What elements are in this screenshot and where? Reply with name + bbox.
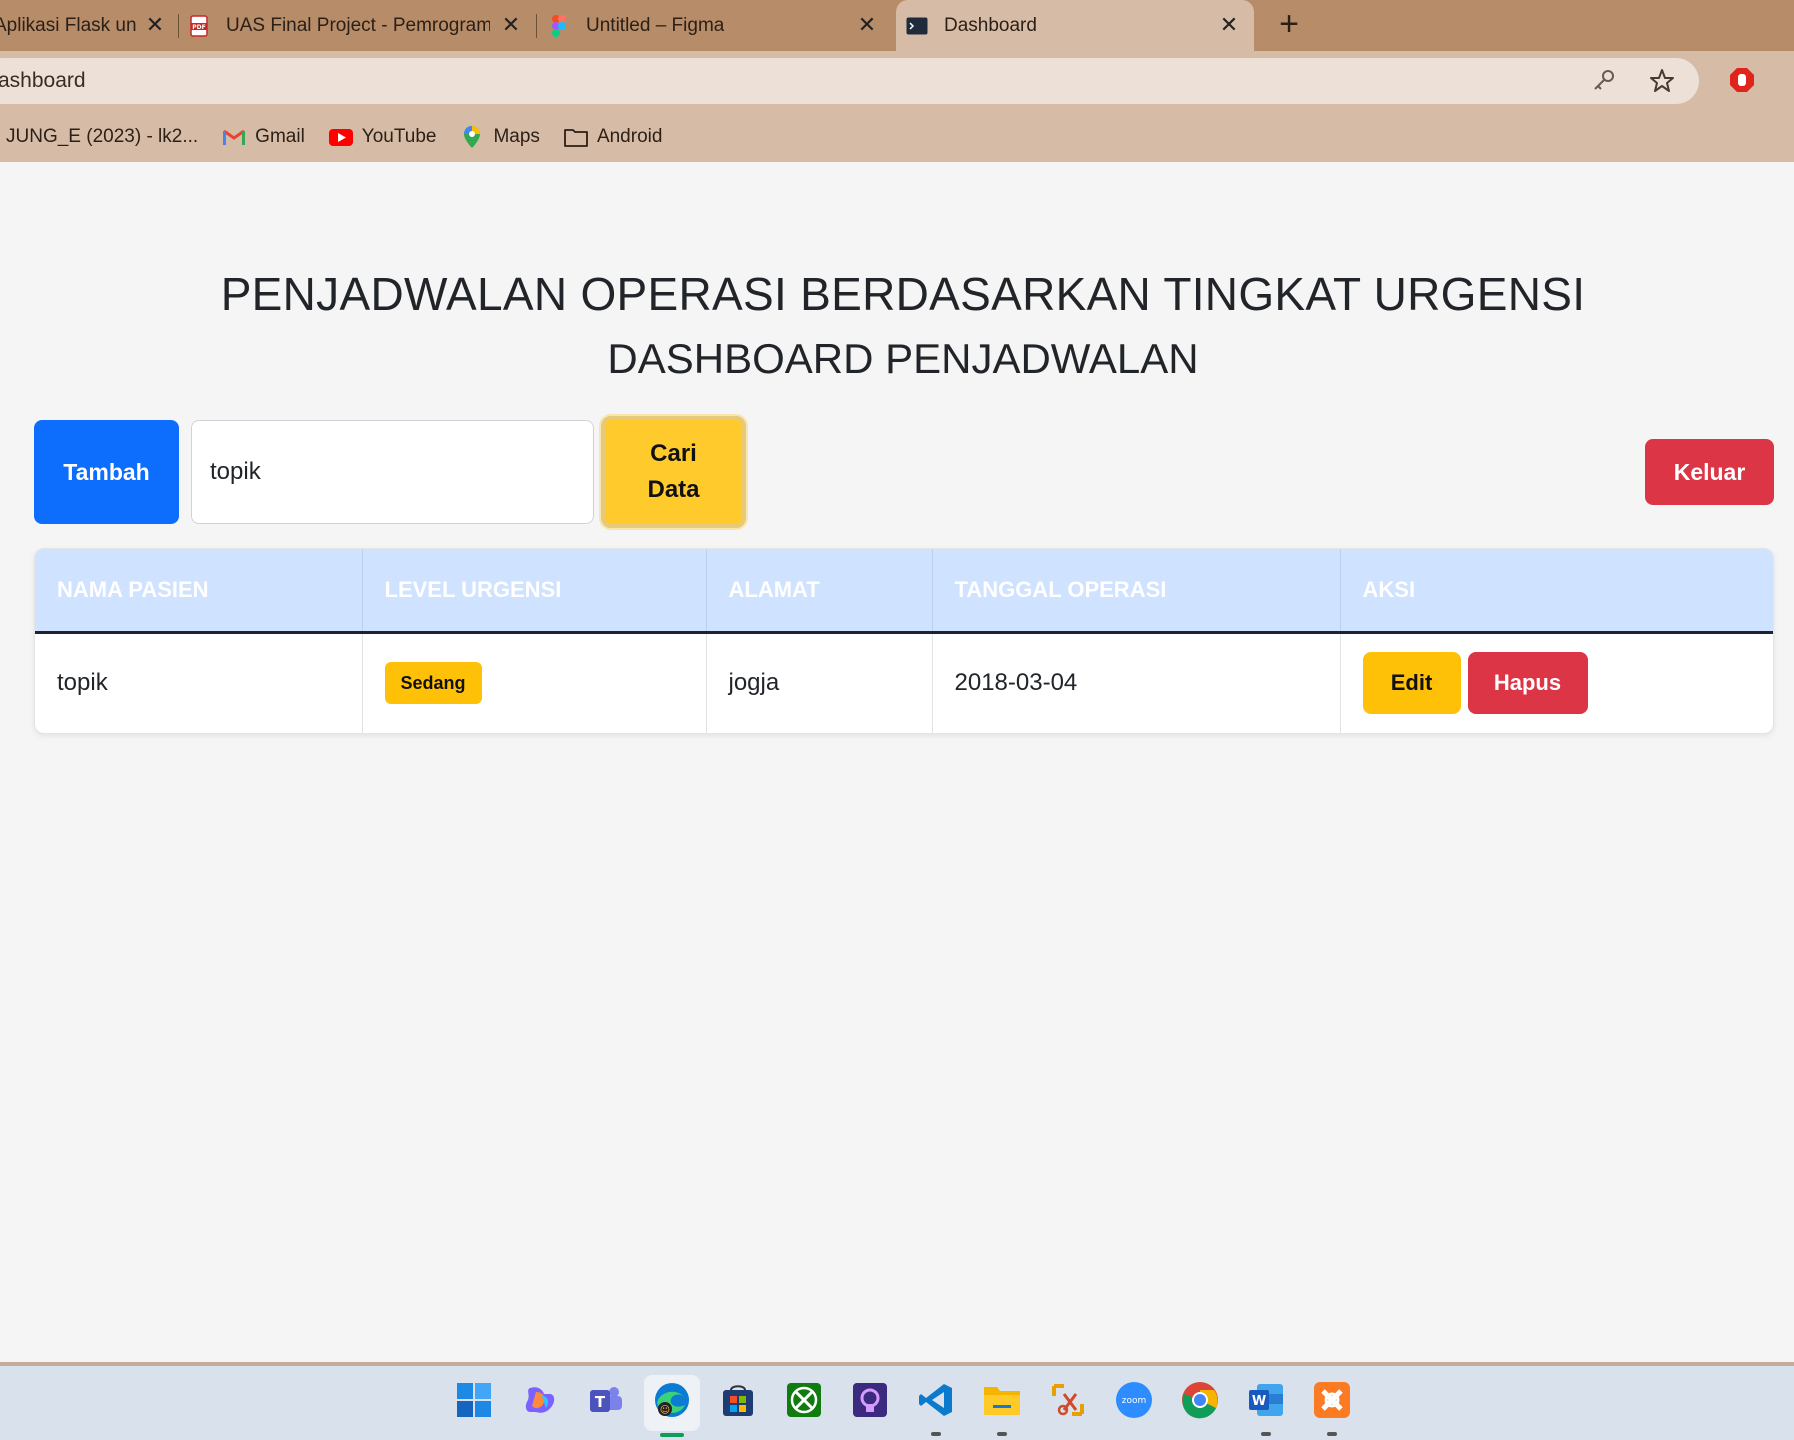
search-button[interactable]: Cari Data: [601, 416, 746, 528]
terminal-icon: [906, 15, 928, 37]
search-button-label: Cari Data: [647, 440, 700, 503]
bookmark-label: Gmail: [255, 126, 305, 147]
page-title: PENJADWALAN OPERASI BERDASARKAN TINGKAT …: [220, 268, 1586, 320]
copilot-icon[interactable]: [520, 1380, 560, 1420]
schedule-table: NAMA PASIEN LEVEL URGENSI ALAMAT TANGGAL…: [34, 548, 1774, 734]
bookmark-android[interactable]: Android: [564, 126, 663, 148]
svg-text:☺: ☺: [660, 1405, 670, 1416]
tab-title: Aplikasi Flask untuk: [0, 14, 136, 36]
add-button[interactable]: Tambah: [34, 420, 179, 524]
page-content: PENJADWALAN OPERASI BERDASARKAN TINGKAT …: [0, 162, 1794, 1362]
header-tanggal-operasi: TANGGAL OPERASI: [932, 549, 1341, 634]
table-header-row: NAMA PASIEN LEVEL URGENSI ALAMAT TANGGAL…: [35, 549, 1773, 634]
cell-tanggal: 2018-03-04: [932, 632, 1341, 733]
running-indicator: [931, 1432, 941, 1436]
cell-level: Sedang: [362, 632, 707, 733]
browser-tab-uas[interactable]: PDF UAS Final Project - Pemrograman ✕: [188, 0, 536, 51]
svg-text:PDF: PDF: [192, 24, 205, 31]
cell-alamat: jogja: [706, 632, 933, 733]
svg-text:W: W: [1252, 1394, 1266, 1409]
header-nama-pasien: NAMA PASIEN: [35, 549, 363, 634]
file-explorer-icon[interactable]: [982, 1380, 1022, 1420]
address-url: ashboard: [0, 69, 86, 92]
edge-icon[interactable]: ☺: [652, 1380, 692, 1420]
store-icon[interactable]: [718, 1380, 758, 1420]
tab-title: Untitled – Figma: [586, 14, 725, 36]
adblock-icon[interactable]: [1728, 66, 1756, 94]
folder-icon: [564, 127, 588, 147]
bookmark-label: YouTube: [361, 126, 437, 147]
vscode-icon[interactable]: [916, 1380, 956, 1420]
star-icon[interactable]: [1648, 67, 1676, 95]
bookmark-maps[interactable]: Maps: [460, 126, 540, 148]
pdf-icon: PDF: [188, 14, 210, 37]
header-aksi: AKSI: [1340, 549, 1773, 634]
windows-taskbar: T ☺ zoom W: [0, 1362, 1794, 1440]
close-icon[interactable]: ✕: [1218, 14, 1240, 36]
cell-aksi: Edit Hapus: [1340, 632, 1773, 733]
xampp-icon[interactable]: [1312, 1380, 1352, 1420]
bookmark-gmail[interactable]: Gmail: [222, 126, 305, 148]
edit-button[interactable]: Edit: [1362, 652, 1461, 715]
browser-toolbar: ashboard JUNG_E (2023) - lk2... Gmail Yo…: [0, 51, 1794, 162]
tab-separator: [536, 14, 537, 38]
logout-button[interactable]: Keluar: [1645, 439, 1774, 505]
maps-icon: [460, 126, 484, 148]
svg-text:zoom: zoom: [1122, 1396, 1147, 1406]
table-row: topik Sedang jogja 2018-03-04 Edit Hapus: [35, 632, 1773, 733]
close-icon[interactable]: ✕: [856, 14, 878, 36]
xbox-icon[interactable]: [784, 1380, 824, 1420]
tab-title: Dashboard: [944, 14, 1037, 36]
gmail-icon: [222, 127, 246, 147]
bookmark-jung-e[interactable]: JUNG_E (2023) - lk2...: [0, 126, 198, 148]
urgency-badge: Sedang: [384, 662, 482, 705]
running-indicator: [997, 1432, 1007, 1436]
zoom-icon[interactable]: zoom: [1114, 1380, 1154, 1420]
running-indicator: [1327, 1432, 1337, 1436]
browser-tab-flask[interactable]: Aplikasi Flask untuk ✕: [0, 0, 174, 51]
search-input[interactable]: [191, 420, 594, 524]
snipping-icon[interactable]: [1048, 1380, 1088, 1420]
browser-tab-dashboard[interactable]: Dashboard ✕: [896, 0, 1254, 51]
chrome-icon[interactable]: [1180, 1380, 1220, 1420]
header-level-urgensi: LEVEL URGENSI: [362, 549, 707, 634]
close-icon[interactable]: ✕: [500, 14, 522, 36]
bookmark-label: JUNG_E (2023) - lk2...: [6, 126, 199, 147]
proton-vpn-icon[interactable]: [850, 1380, 890, 1420]
figma-icon: [548, 14, 570, 37]
svg-text:T: T: [595, 1393, 606, 1411]
youtube-icon: [328, 127, 353, 147]
new-tab-button[interactable]: +: [1272, 7, 1306, 42]
key-icon[interactable]: [1590, 67, 1618, 95]
bookmark-label: Maps: [493, 126, 540, 147]
bookmark-label: Android: [596, 126, 663, 147]
tab-title: UAS Final Project - Pemrograman: [226, 14, 490, 36]
tab-separator: [178, 14, 179, 38]
bookmark-youtube[interactable]: YouTube: [328, 126, 437, 148]
page-subtitle: DASHBOARD PENJADWALAN: [607, 335, 1199, 382]
cell-nama: topik: [35, 632, 363, 733]
running-indicator: [1261, 1432, 1271, 1436]
header-alamat: ALAMAT: [706, 549, 933, 634]
word-icon[interactable]: W: [1246, 1380, 1286, 1420]
teams-icon[interactable]: T: [586, 1380, 626, 1420]
active-indicator: [660, 1433, 684, 1437]
browser-tab-figma[interactable]: Untitled – Figma ✕: [548, 0, 892, 51]
address-bar[interactable]: ashboard: [0, 58, 1699, 104]
delete-button[interactable]: Hapus: [1467, 652, 1588, 715]
tab-strip: Aplikasi Flask untuk ✕ PDF UAS Final Pro…: [0, 0, 1794, 51]
close-icon[interactable]: ✕: [144, 14, 166, 36]
windows-start-icon[interactable]: [454, 1380, 494, 1420]
bookmarks-bar: JUNG_E (2023) - lk2... Gmail YouTube Map…: [0, 117, 686, 157]
